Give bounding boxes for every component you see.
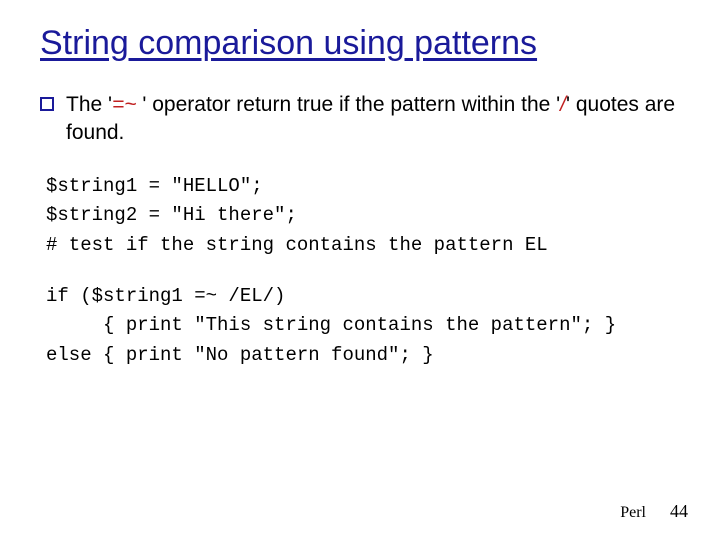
footer-page-number: 44	[670, 501, 688, 522]
bullet-item: The '=~ ' operator return true if the pa…	[40, 91, 680, 148]
code-block-1: $string1 = "HELLO"; $string2 = "Hi there…	[46, 172, 680, 260]
footer-label: Perl	[620, 504, 646, 522]
bullet-text: The '=~ ' operator return true if the pa…	[66, 91, 680, 148]
slide-footer: Perl 44	[620, 501, 688, 522]
page-title: String comparison using patterns	[40, 24, 680, 63]
slide: String comparison using patterns The '=~…	[0, 0, 720, 540]
bullet-square-icon	[40, 97, 54, 111]
bullet-mid: ' operator return true if the pattern wi…	[137, 93, 561, 116]
code-block-2: if ($string1 =~ /EL/) { print "This stri…	[46, 282, 680, 370]
bullet-pre: The '	[66, 93, 112, 116]
operator-equals-tilde: =~	[112, 93, 137, 116]
